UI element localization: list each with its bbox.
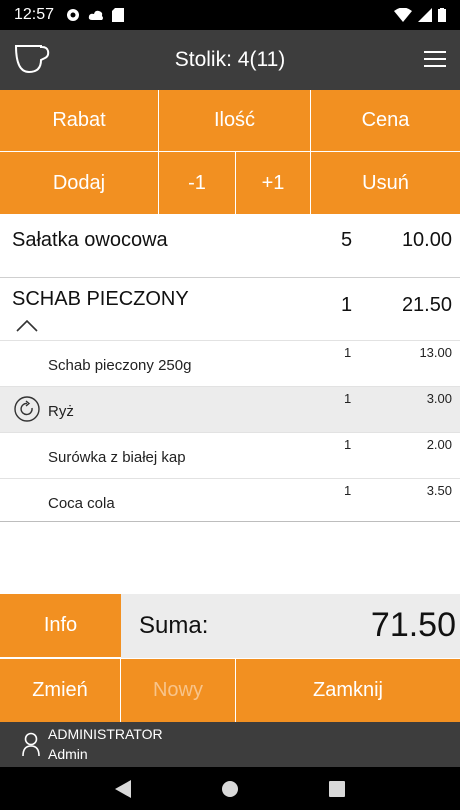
discount-button[interactable]: Rabat <box>0 90 159 152</box>
item-name: SCHAB PIECZONY <box>12 288 189 310</box>
subitem-name: Surówka z białej kap <box>48 449 186 466</box>
subitem-price: 13.00 <box>419 345 452 360</box>
refresh-icon[interactable] <box>14 396 40 422</box>
order-item-row[interactable]: SCHAB PIECZONY 1 21.50 <box>0 278 460 341</box>
user-name: ADMINISTRATOR <box>48 726 163 742</box>
subitem-quantity: 1 <box>344 391 352 406</box>
delete-button[interactable]: Usuń <box>311 152 460 215</box>
recents-icon[interactable] <box>329 780 345 797</box>
decrement-button[interactable]: -1 <box>159 152 236 215</box>
sum-bar: Suma: 71.50 <box>121 594 460 658</box>
user-role: Admin <box>48 746 88 762</box>
sd-card-icon <box>112 8 125 22</box>
subitem-quantity: 1 <box>344 483 352 498</box>
item-quantity: 1 <box>341 294 353 316</box>
back-icon[interactable] <box>115 779 131 798</box>
signal-icon <box>418 8 432 22</box>
subitem-row[interactable]: Schab pieczony 250g 1 13.00 <box>0 341 460 387</box>
change-button[interactable]: Zmień <box>0 658 121 722</box>
subitem-name: Coca cola <box>48 495 115 512</box>
battery-icon <box>438 8 446 22</box>
quantity-button[interactable]: Ilość <box>159 90 311 152</box>
page-title: Stolik: 4(11) <box>174 48 286 71</box>
item-price: 21.50 <box>401 294 452 316</box>
item-name: Sałatka owocowa <box>12 229 168 251</box>
subitem-quantity: 1 <box>344 345 352 360</box>
increment-button[interactable]: +1 <box>236 152 311 215</box>
status-bar: 12:57 <box>0 0 460 30</box>
subitem-price: 3.50 <box>426 483 452 498</box>
notification-icon <box>67 9 80 21</box>
list-divider <box>0 521 460 522</box>
menu-icon[interactable] <box>424 50 446 68</box>
sum-value: 71.50 <box>370 606 456 644</box>
subitem-quantity: 1 <box>344 437 352 452</box>
wifi-icon <box>394 8 412 22</box>
app-bar: Stolik: 4(11) <box>0 30 460 90</box>
item-price: 10.00 <box>401 229 452 251</box>
info-button[interactable]: Info <box>0 594 121 658</box>
status-time: 12:57 <box>14 6 55 23</box>
home-icon[interactable] <box>221 780 239 798</box>
subitem-name: Ryż <box>48 403 74 420</box>
subitem-name: Schab pieczony 250g <box>48 357 192 374</box>
subitem-price: 3.00 <box>426 391 452 406</box>
close-order-button[interactable]: Zamknij <box>236 658 460 722</box>
cup-icon[interactable] <box>12 42 50 76</box>
subitem-row[interactable]: Ryż 1 3.00 <box>0 387 460 433</box>
sum-label: Suma: <box>139 612 209 639</box>
user-bar: ADMINISTRATOR Admin <box>0 722 460 767</box>
order-item-row[interactable]: Sałatka owocowa 5 10.00 <box>0 215 460 278</box>
subitem-row[interactable]: Surówka z białej kap 1 2.00 <box>0 433 460 479</box>
subitem-row[interactable]: Coca cola 1 3.50 <box>0 479 460 521</box>
cloud-icon <box>88 10 104 20</box>
user-icon <box>22 732 40 757</box>
system-nav-bar <box>0 767 460 810</box>
price-button[interactable]: Cena <box>311 90 460 152</box>
new-button: Nowy <box>121 658 236 722</box>
item-quantity: 5 <box>341 229 353 251</box>
chevron-up-icon[interactable] <box>16 320 38 332</box>
subitem-price: 2.00 <box>426 437 452 452</box>
add-button[interactable]: Dodaj <box>0 152 159 215</box>
